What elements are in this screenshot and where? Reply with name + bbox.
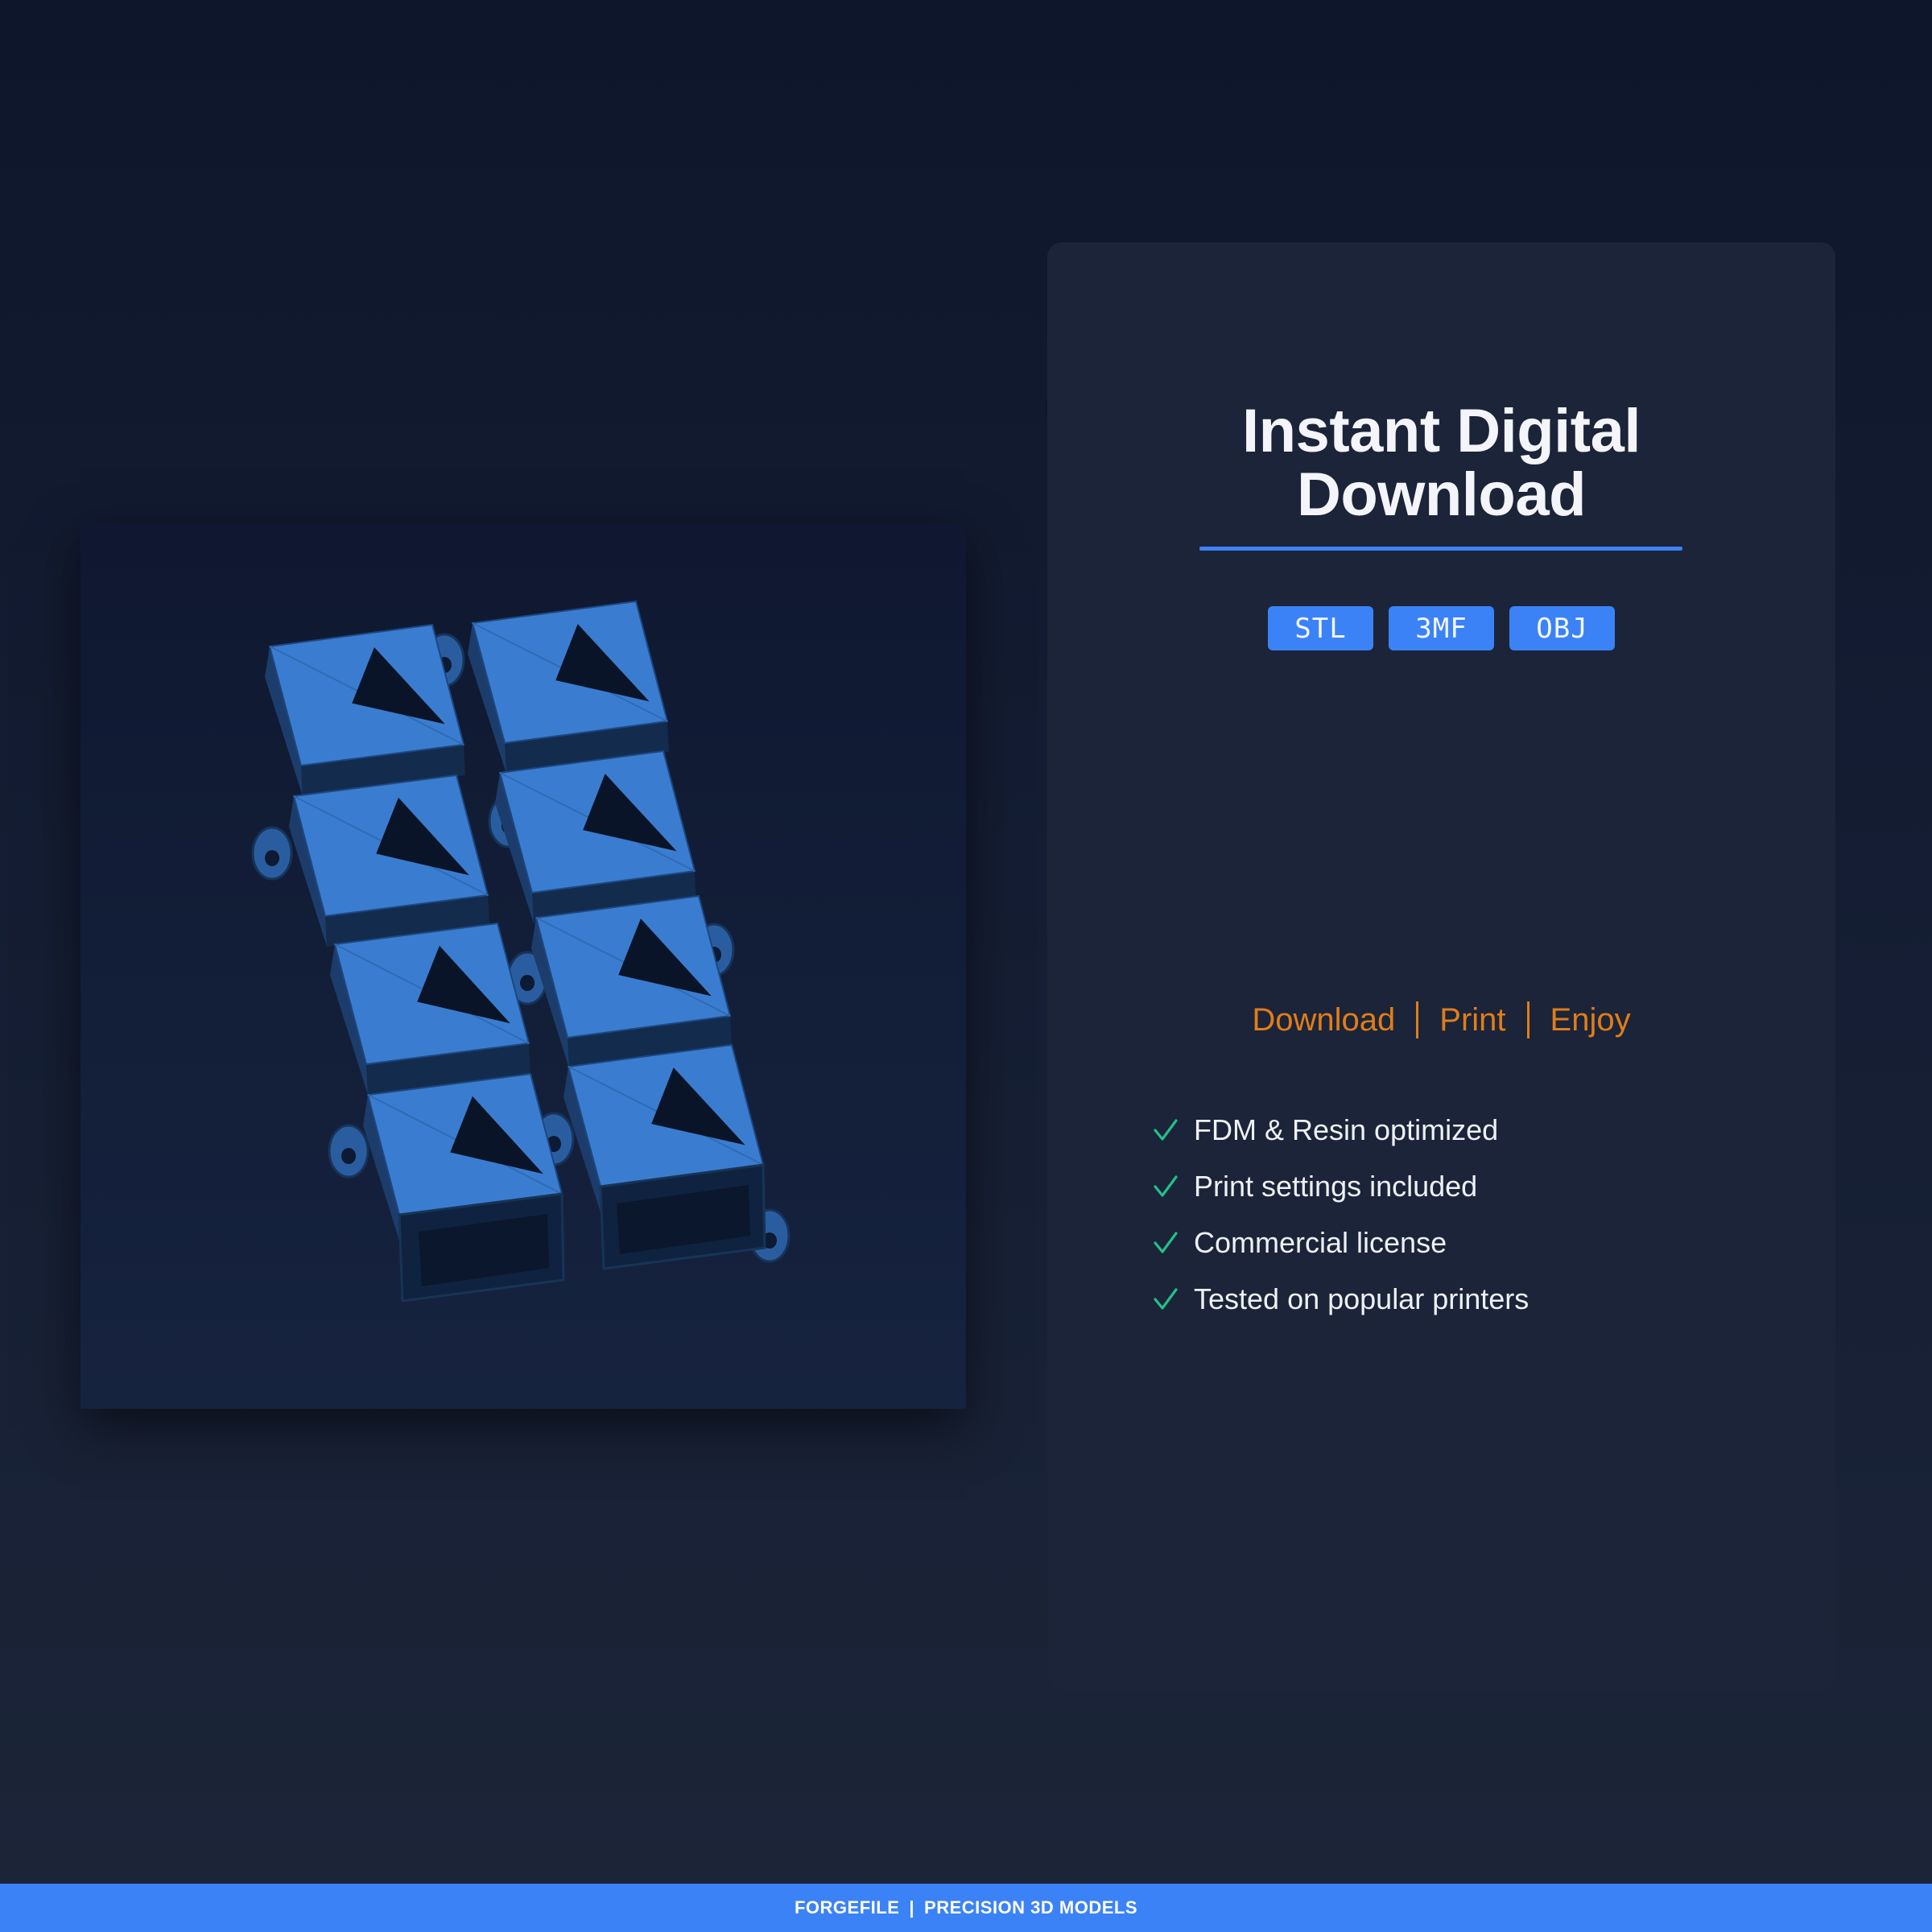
footer-tagline: PRECISION 3D MODELS: [924, 1897, 1138, 1918]
format-badge-obj[interactable]: OBJ: [1509, 606, 1615, 650]
feature-label: Tested on popular printers: [1194, 1282, 1530, 1315]
feature-list: FDM & Resin optimized Print settings inc…: [1152, 1102, 1529, 1327]
keyring-hole: [265, 850, 279, 866]
feature-item: Tested on popular printers: [1152, 1271, 1529, 1327]
step-enjoy: Enjoy: [1550, 1001, 1631, 1038]
footer-brand: FORGEFILE: [794, 1897, 900, 1918]
format-badge-stl[interactable]: STL: [1268, 606, 1373, 650]
feature-item: FDM & Resin optimized: [1152, 1102, 1529, 1158]
keyring-hole: [341, 1148, 356, 1164]
title-line-1: Instant Digital: [1242, 397, 1641, 465]
check-icon: [1154, 1288, 1178, 1310]
format-badges: STL 3MF OBJ: [1047, 606, 1835, 650]
feature-item: Print settings included: [1152, 1158, 1529, 1215]
check-icon: [1154, 1119, 1178, 1141]
panel-title: Instant Digital Download: [1047, 399, 1835, 526]
steps-row: Download Print Enjoy: [1047, 996, 1835, 1044]
feature-label: Commercial license: [1194, 1226, 1447, 1259]
info-panel: Instant Digital Download STL 3MF OBJ Dow…: [1047, 242, 1835, 1690]
product-preview-image: [80, 523, 966, 1409]
check-icon: [1154, 1232, 1178, 1253]
step-download: Download: [1252, 1001, 1396, 1038]
feature-label: FDM & Resin optimized: [1194, 1113, 1499, 1146]
keyring-hole: [520, 975, 535, 991]
step-divider: [1416, 1001, 1419, 1038]
title-line-2: Download: [1296, 460, 1587, 529]
3d-model-render: [251, 600, 791, 1302]
step-print: Print: [1439, 1001, 1506, 1038]
footer-divider: |: [909, 1897, 915, 1918]
check-icon: [1154, 1175, 1178, 1197]
feature-item: Commercial license: [1152, 1215, 1529, 1271]
title-underline: [1199, 547, 1682, 551]
feature-label: Print settings included: [1194, 1170, 1478, 1203]
format-badge-3mf[interactable]: 3MF: [1389, 606, 1494, 650]
step-divider: [1526, 1001, 1530, 1038]
footer-bar: FORGEFILE | PRECISION 3D MODELS: [0, 1884, 1932, 1932]
